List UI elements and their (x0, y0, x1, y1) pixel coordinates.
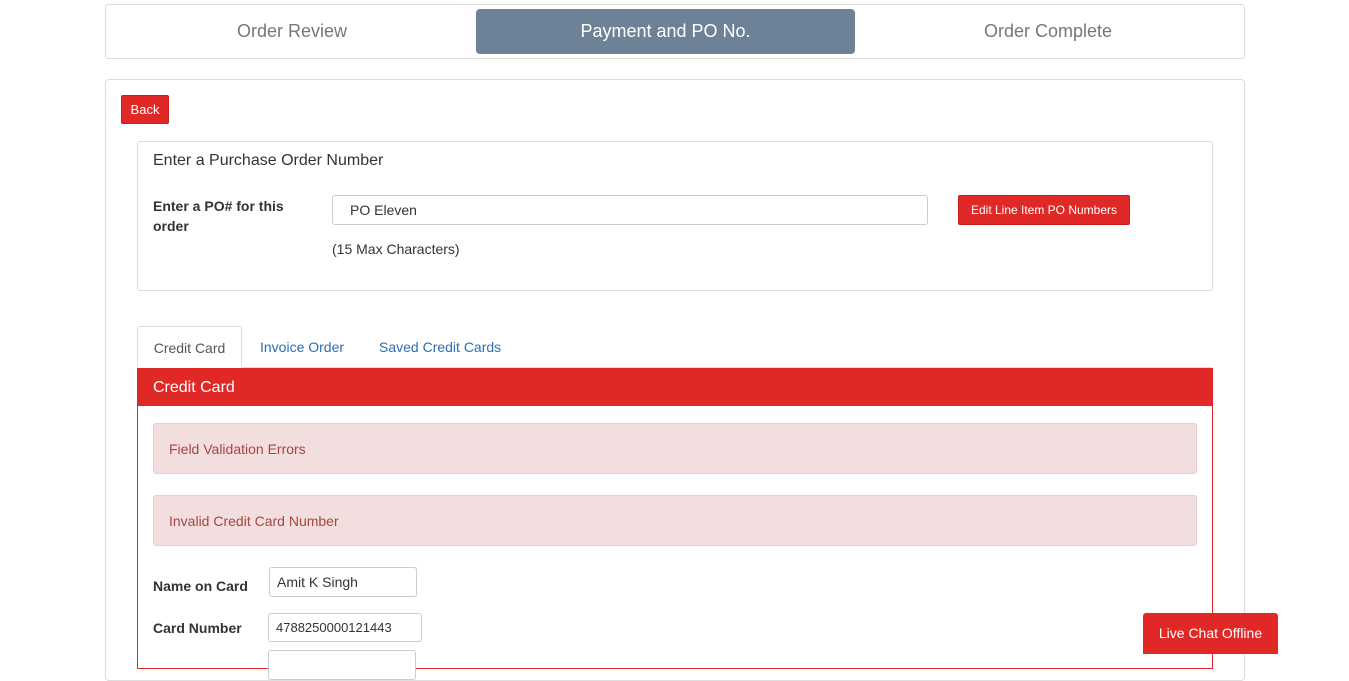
step-order-complete: Order Complete (983, 21, 1113, 41)
po-panel: Enter a Purchase Order Number Enter a PO… (137, 141, 1213, 291)
po-number-input[interactable]: PO Eleven (332, 195, 928, 225)
step-payment-po: Payment and PO No. (476, 9, 855, 54)
next-field-input[interactable] (268, 650, 416, 680)
card-number-input[interactable]: 4788250000121443 (268, 613, 422, 642)
po-panel-title: Enter a Purchase Order Number (153, 152, 384, 169)
credit-card-panel-title: Credit Card (138, 368, 1212, 406)
tab-invoice-order[interactable]: Invoice Order (260, 326, 344, 368)
card-number-label: Card Number (153, 620, 242, 636)
field-validation-alert: Field Validation Errors (153, 423, 1197, 474)
po-field-label: Enter a PO# for this order (153, 198, 284, 234)
credit-card-panel: Credit Card Field Validation Errors Inva… (137, 368, 1213, 680)
name-on-card-label: Name on Card (153, 578, 248, 594)
back-button[interactable]: Back (121, 95, 169, 124)
live-chat-button[interactable]: Live Chat Offline (1143, 613, 1278, 654)
invalid-card-alert: Invalid Credit Card Number (153, 495, 1197, 546)
tab-credit-card[interactable]: Credit Card (137, 326, 242, 368)
po-max-characters-hint: (15 Max Characters) (332, 241, 460, 257)
edit-line-item-po-button[interactable]: Edit Line Item PO Numbers (958, 195, 1130, 225)
step-order-review: Order Review (236, 21, 348, 41)
name-on-card-input[interactable]: Amit K Singh (269, 567, 417, 597)
tab-saved-credit-cards[interactable]: Saved Credit Cards (379, 326, 501, 368)
checkout-steps: Order Review Payment and PO No. Order Co… (105, 4, 1245, 59)
